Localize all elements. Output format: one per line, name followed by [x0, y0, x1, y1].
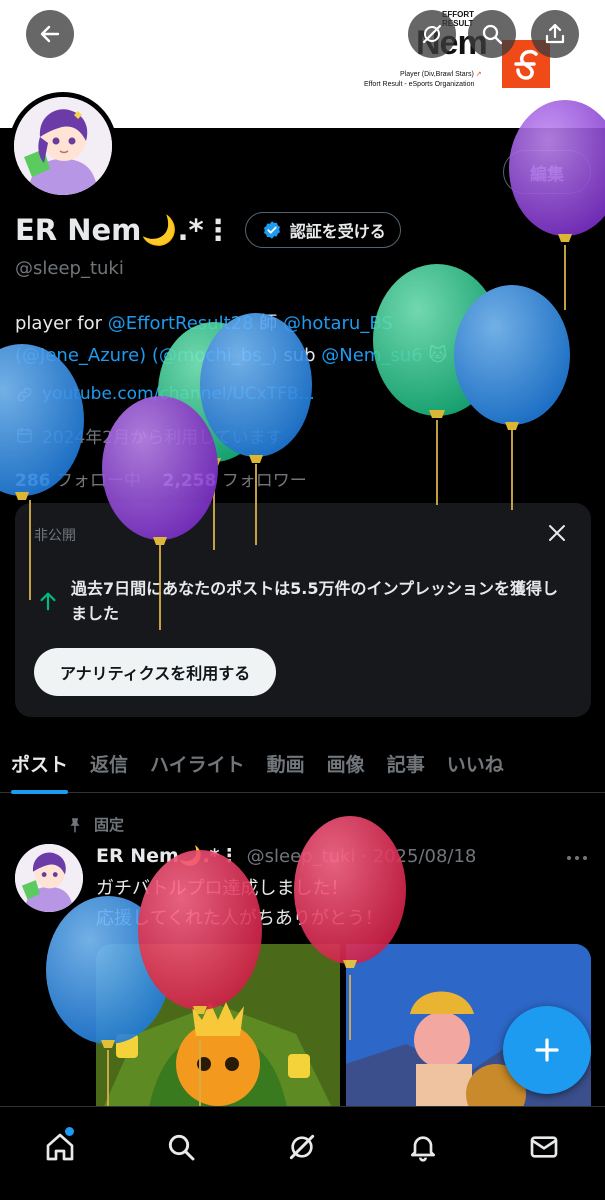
plus-icon: [535, 1038, 559, 1062]
analytics-card: 非公開 過去7日間にあなたのポストは5.5万件のインプレッションを獲得しました …: [15, 503, 591, 717]
balloon-green-1: [373, 264, 501, 505]
home-icon: [46, 1133, 74, 1161]
home-notification-dot: [65, 1127, 74, 1136]
impressions-text: 過去7日間にあなたのポストは5.5万件のインプレッションを獲得しました: [71, 579, 558, 623]
get-verified-button[interactable]: 認証を受ける: [244, 212, 401, 248]
edit-profile-button[interactable]: 編集: [503, 150, 591, 194]
post-image-trophy[interactable]: [96, 944, 340, 1124]
display-name: ER Nem🌙.*⋮: [15, 212, 233, 247]
nav-notifications[interactable]: [403, 1127, 443, 1167]
post-line-1: ガチバトルプロ達成しました！: [96, 878, 349, 899]
search-button[interactable]: [468, 10, 516, 58]
follow-stats: 286 フォロー中 2,258 フォロワー: [15, 466, 307, 491]
avatar-image: [14, 97, 112, 195]
profile-handle: @sleep_tuki: [15, 258, 124, 279]
following-link[interactable]: 286 フォロー中: [15, 471, 141, 491]
search-icon: [168, 1134, 195, 1161]
profile-bio: player for @EffortResult28 師 @hotaru_BS …: [15, 313, 448, 366]
post-line-2: 応援してくれた人がちありがとう！: [96, 908, 383, 929]
cat-emoji: 🐱: [428, 345, 448, 366]
bio-mention-jene[interactable]: (@Jene_Azure): [15, 345, 146, 366]
balloon-purple-1: [509, 100, 605, 310]
tab-photos[interactable]: 画像: [316, 733, 376, 793]
tab-likes[interactable]: いいね: [436, 733, 515, 793]
tab-videos[interactable]: 動画: [256, 733, 316, 793]
tab-posts[interactable]: ポスト: [0, 733, 79, 794]
more-icon[interactable]: [566, 848, 588, 868]
grok-icon: [289, 1134, 315, 1160]
post-header: ER Nem🌙.*⋮ @sleep_tuki · 2025/08/18: [96, 844, 476, 867]
profile-avatar[interactable]: [9, 92, 117, 200]
share-icon: [545, 23, 565, 44]
brand-player-text: Player (Div,Brawl Stars) ↗: [400, 71, 482, 78]
bell-icon: [411, 1136, 435, 1162]
arrow-left-icon: [40, 25, 60, 43]
nav-search[interactable]: [161, 1127, 201, 1167]
arrow-up-icon: [40, 592, 56, 611]
pinned-label: 固定: [94, 816, 125, 834]
profile-link-row[interactable]: youtube.com/channel/UCxTFB...: [15, 384, 315, 404]
tab-replies[interactable]: 返信: [79, 733, 139, 793]
post-author-name[interactable]: ER Nem🌙.*⋮: [96, 844, 239, 867]
bio-mention-mochi[interactable]: (@mochi_bs_): [152, 345, 278, 366]
use-analytics-button[interactable]: アナリティクスを利用する: [34, 648, 277, 696]
close-icon[interactable]: [545, 521, 569, 545]
grok-button[interactable]: [408, 10, 456, 58]
compose-post-button[interactable]: [503, 1006, 591, 1094]
share-button[interactable]: [531, 10, 579, 58]
nav-home[interactable]: [40, 1127, 80, 1167]
joined-date: 2024年2月から利用しています: [42, 428, 283, 448]
name-row: ER Nem🌙.*⋮ 認証を受ける: [15, 212, 401, 248]
back-button[interactable]: [26, 10, 74, 58]
calendar-icon: [16, 427, 33, 443]
tab-highlights[interactable]: ハイライト: [139, 733, 256, 793]
followers-link[interactable]: 2,258 フォロワー: [163, 471, 307, 491]
post-meta: @sleep_tuki · 2025/08/18: [246, 846, 477, 867]
pin-icon: [70, 817, 80, 832]
link-icon: [17, 386, 32, 402]
mail-icon: [530, 1136, 558, 1158]
profile-tabs: ポスト 返信 ハイライト 動画 画像 記事 いいね: [0, 733, 605, 794]
nav-messages[interactable]: [524, 1127, 564, 1167]
bio-mention-hotaru[interactable]: @hotaru_BS: [283, 313, 393, 334]
bio-mention-effortresult[interactable]: @EffortResult28: [108, 313, 254, 334]
joined-row: 2024年2月から利用しています: [15, 423, 283, 448]
bio-mention-nem-sub[interactable]: @Nem_su6: [321, 345, 422, 366]
post-text: ガチバトルプロ達成しました！ 応援してくれた人がちありがとう！: [96, 874, 383, 934]
verified-badge-icon: [263, 221, 280, 239]
pinned-indicator: 固定: [66, 814, 124, 835]
get-verified-label: 認証を受ける: [289, 222, 386, 241]
bottom-navigation: [0, 1106, 605, 1200]
profile-website-link[interactable]: youtube.com/channel/UCxTFB...: [42, 384, 315, 404]
search-icon: [482, 24, 503, 45]
post-avatar[interactable]: [15, 844, 83, 912]
grok-icon: [422, 24, 442, 44]
nav-grok[interactable]: [282, 1127, 322, 1167]
tab-articles[interactable]: 記事: [376, 733, 436, 793]
brand-org-text: Effort Result - eSports Organization: [364, 81, 475, 88]
private-label: 非公開: [34, 528, 76, 544]
